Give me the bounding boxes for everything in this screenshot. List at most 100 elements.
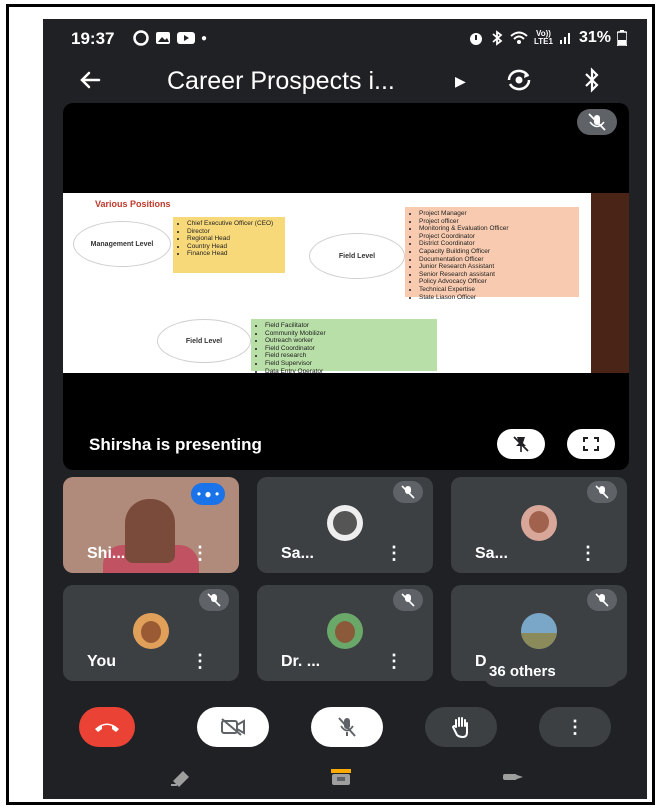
participant-tile-you[interactable]: You ⋮ bbox=[63, 585, 239, 681]
avatar bbox=[521, 505, 557, 541]
field-level-oval-1: Field Level bbox=[309, 233, 405, 279]
participant-tile-sa-2[interactable]: Sa... ⋮ bbox=[451, 477, 627, 573]
list-item: Outreach worker bbox=[265, 337, 433, 345]
list-item: Data Entry Operator bbox=[265, 368, 433, 376]
raise-hand-icon bbox=[451, 717, 468, 739]
caret-right-icon[interactable]: ▶ bbox=[455, 73, 466, 90]
status-dot-icon: ● bbox=[201, 32, 208, 44]
list-item: Chief Executive Officer (CEO) bbox=[187, 220, 281, 228]
gallery-icon bbox=[156, 32, 170, 44]
unpin-icon bbox=[513, 436, 529, 452]
field-positions-box-1: Project Manager Project officer Monitori… bbox=[405, 207, 579, 301]
more-options-icon[interactable]: ⋮ bbox=[385, 651, 403, 672]
mic-off-icon bbox=[393, 481, 423, 503]
list-item: Field Coordinator bbox=[265, 345, 433, 353]
more-options-icon[interactable]: ⋮ bbox=[191, 543, 209, 564]
meeting-title[interactable]: Career Prospects i... bbox=[167, 67, 395, 96]
avatar bbox=[327, 505, 363, 541]
participant-name: You bbox=[87, 653, 117, 670]
status-time: 19:37 bbox=[71, 29, 115, 48]
participant-name: Shi... bbox=[87, 545, 126, 562]
lte-label: LTE1 bbox=[534, 37, 553, 46]
status-bar: 19:37 ● Vo)) LTE1 31% bbox=[43, 19, 647, 59]
list-item: State Liason Officer bbox=[419, 294, 575, 302]
presenter-label: Shirsha is presenting bbox=[89, 435, 262, 454]
list-item: Director bbox=[187, 228, 281, 236]
list-item: Field research bbox=[265, 352, 433, 360]
list-item: Project Coordinator bbox=[419, 233, 575, 241]
raise-hand-button[interactable] bbox=[425, 707, 497, 747]
mic-off-icon bbox=[587, 589, 617, 611]
avatar bbox=[327, 613, 363, 649]
field-positions-box-2: Field Facilitator Community Mobilizer Ou… bbox=[251, 319, 437, 375]
management-positions-box: Chief Executive Officer (CEO) Director R… bbox=[173, 217, 285, 273]
switch-camera-icon[interactable] bbox=[505, 67, 533, 100]
whiteboard-icon[interactable] bbox=[169, 767, 193, 787]
signal-icon bbox=[559, 33, 570, 44]
management-level-oval: Management Level bbox=[73, 221, 171, 267]
list-item: Project Manager bbox=[419, 210, 575, 218]
list-item: Policy Advocacy Officer bbox=[419, 278, 575, 286]
fullscreen-button[interactable] bbox=[567, 429, 615, 459]
participant-name: Sa... bbox=[475, 545, 508, 562]
fullscreen-icon bbox=[583, 437, 599, 451]
participant-name: Sa... bbox=[281, 545, 314, 562]
list-item: Senior Research assistant bbox=[419, 271, 575, 279]
slide-side-band bbox=[591, 193, 629, 373]
list-item: Project officer bbox=[419, 218, 575, 226]
activities-icon[interactable] bbox=[329, 767, 353, 787]
more-vertical-icon: ⋮ bbox=[566, 716, 584, 737]
mic-off-icon bbox=[587, 481, 617, 503]
participant-tile-shirsha[interactable]: • ● • Shi... ⋮ bbox=[63, 477, 239, 573]
battery-percent: 31% bbox=[578, 29, 611, 46]
mic-off-icon bbox=[577, 109, 617, 135]
camera-toggle-button[interactable] bbox=[197, 707, 269, 747]
list-item: Field Supervisor bbox=[265, 360, 433, 368]
participant-tile-dr[interactable]: Dr. ... ⋮ bbox=[257, 585, 433, 681]
list-item: Capacity Building Officer bbox=[419, 248, 575, 256]
others-count-label[interactable]: 36 others bbox=[489, 663, 556, 680]
field-level-oval-2: Field Level bbox=[157, 319, 251, 363]
wifi-icon bbox=[510, 31, 528, 44]
bluetooth-status-icon bbox=[492, 30, 503, 46]
list-item: Community Mobilizer bbox=[265, 330, 433, 338]
phone-hangup-icon bbox=[95, 723, 119, 732]
list-item: Junior Research Assistant bbox=[419, 263, 575, 271]
record-icon bbox=[133, 30, 149, 46]
list-item: Country Head bbox=[187, 243, 281, 251]
youtube-icon bbox=[177, 32, 195, 44]
avatar bbox=[133, 613, 169, 649]
list-item: Technical Expertise bbox=[419, 286, 575, 294]
list-item: District Coordinator bbox=[419, 240, 575, 248]
back-arrow-icon[interactable] bbox=[77, 67, 103, 100]
more-options-icon[interactable]: ⋮ bbox=[579, 543, 597, 564]
list-item: Field Facilitator bbox=[265, 322, 433, 330]
screenshot-frame: 19:37 ● Vo)) LTE1 31% Career Prospects i… bbox=[6, 4, 655, 805]
slide-heading: Various Positions bbox=[95, 199, 171, 209]
list-item: Regional Head bbox=[187, 235, 281, 243]
app-bar: Career Prospects i... ▶ bbox=[43, 59, 647, 109]
speaking-indicator-icon: • ● • bbox=[191, 483, 225, 505]
list-item: Documentation Officer bbox=[419, 256, 575, 264]
mic-toggle-button[interactable] bbox=[311, 707, 383, 747]
presentation-mute-indicator bbox=[577, 109, 617, 140]
presentation-tile[interactable]: Various Positions Management Level Chief… bbox=[63, 103, 629, 470]
participant-tile-sa-1[interactable]: Sa... ⋮ bbox=[257, 477, 433, 573]
bluetooth-audio-icon[interactable] bbox=[583, 67, 601, 99]
mic-off-icon bbox=[393, 589, 423, 611]
video-feed-person bbox=[125, 499, 175, 563]
mic-off-icon bbox=[199, 589, 229, 611]
tools-pen-icon[interactable] bbox=[501, 767, 525, 787]
network-lte-label: Vo)) LTE1 bbox=[534, 30, 553, 46]
more-options-icon[interactable]: ⋮ bbox=[385, 543, 403, 564]
more-options-button[interactable]: ⋮ bbox=[539, 707, 611, 747]
end-call-button[interactable] bbox=[79, 707, 135, 747]
shared-slide: Various Positions Management Level Chief… bbox=[63, 193, 629, 375]
unpin-button[interactable] bbox=[497, 429, 545, 459]
camera-off-icon bbox=[221, 718, 245, 736]
list-item: Monitoring & Evaluation Officer bbox=[419, 225, 575, 233]
mic-off-icon bbox=[338, 717, 356, 737]
more-options-icon[interactable]: ⋮ bbox=[191, 651, 209, 672]
participant-name: Dr. ... bbox=[281, 653, 321, 670]
phone-screen: 19:37 ● Vo)) LTE1 31% Career Prospects i… bbox=[43, 19, 647, 799]
